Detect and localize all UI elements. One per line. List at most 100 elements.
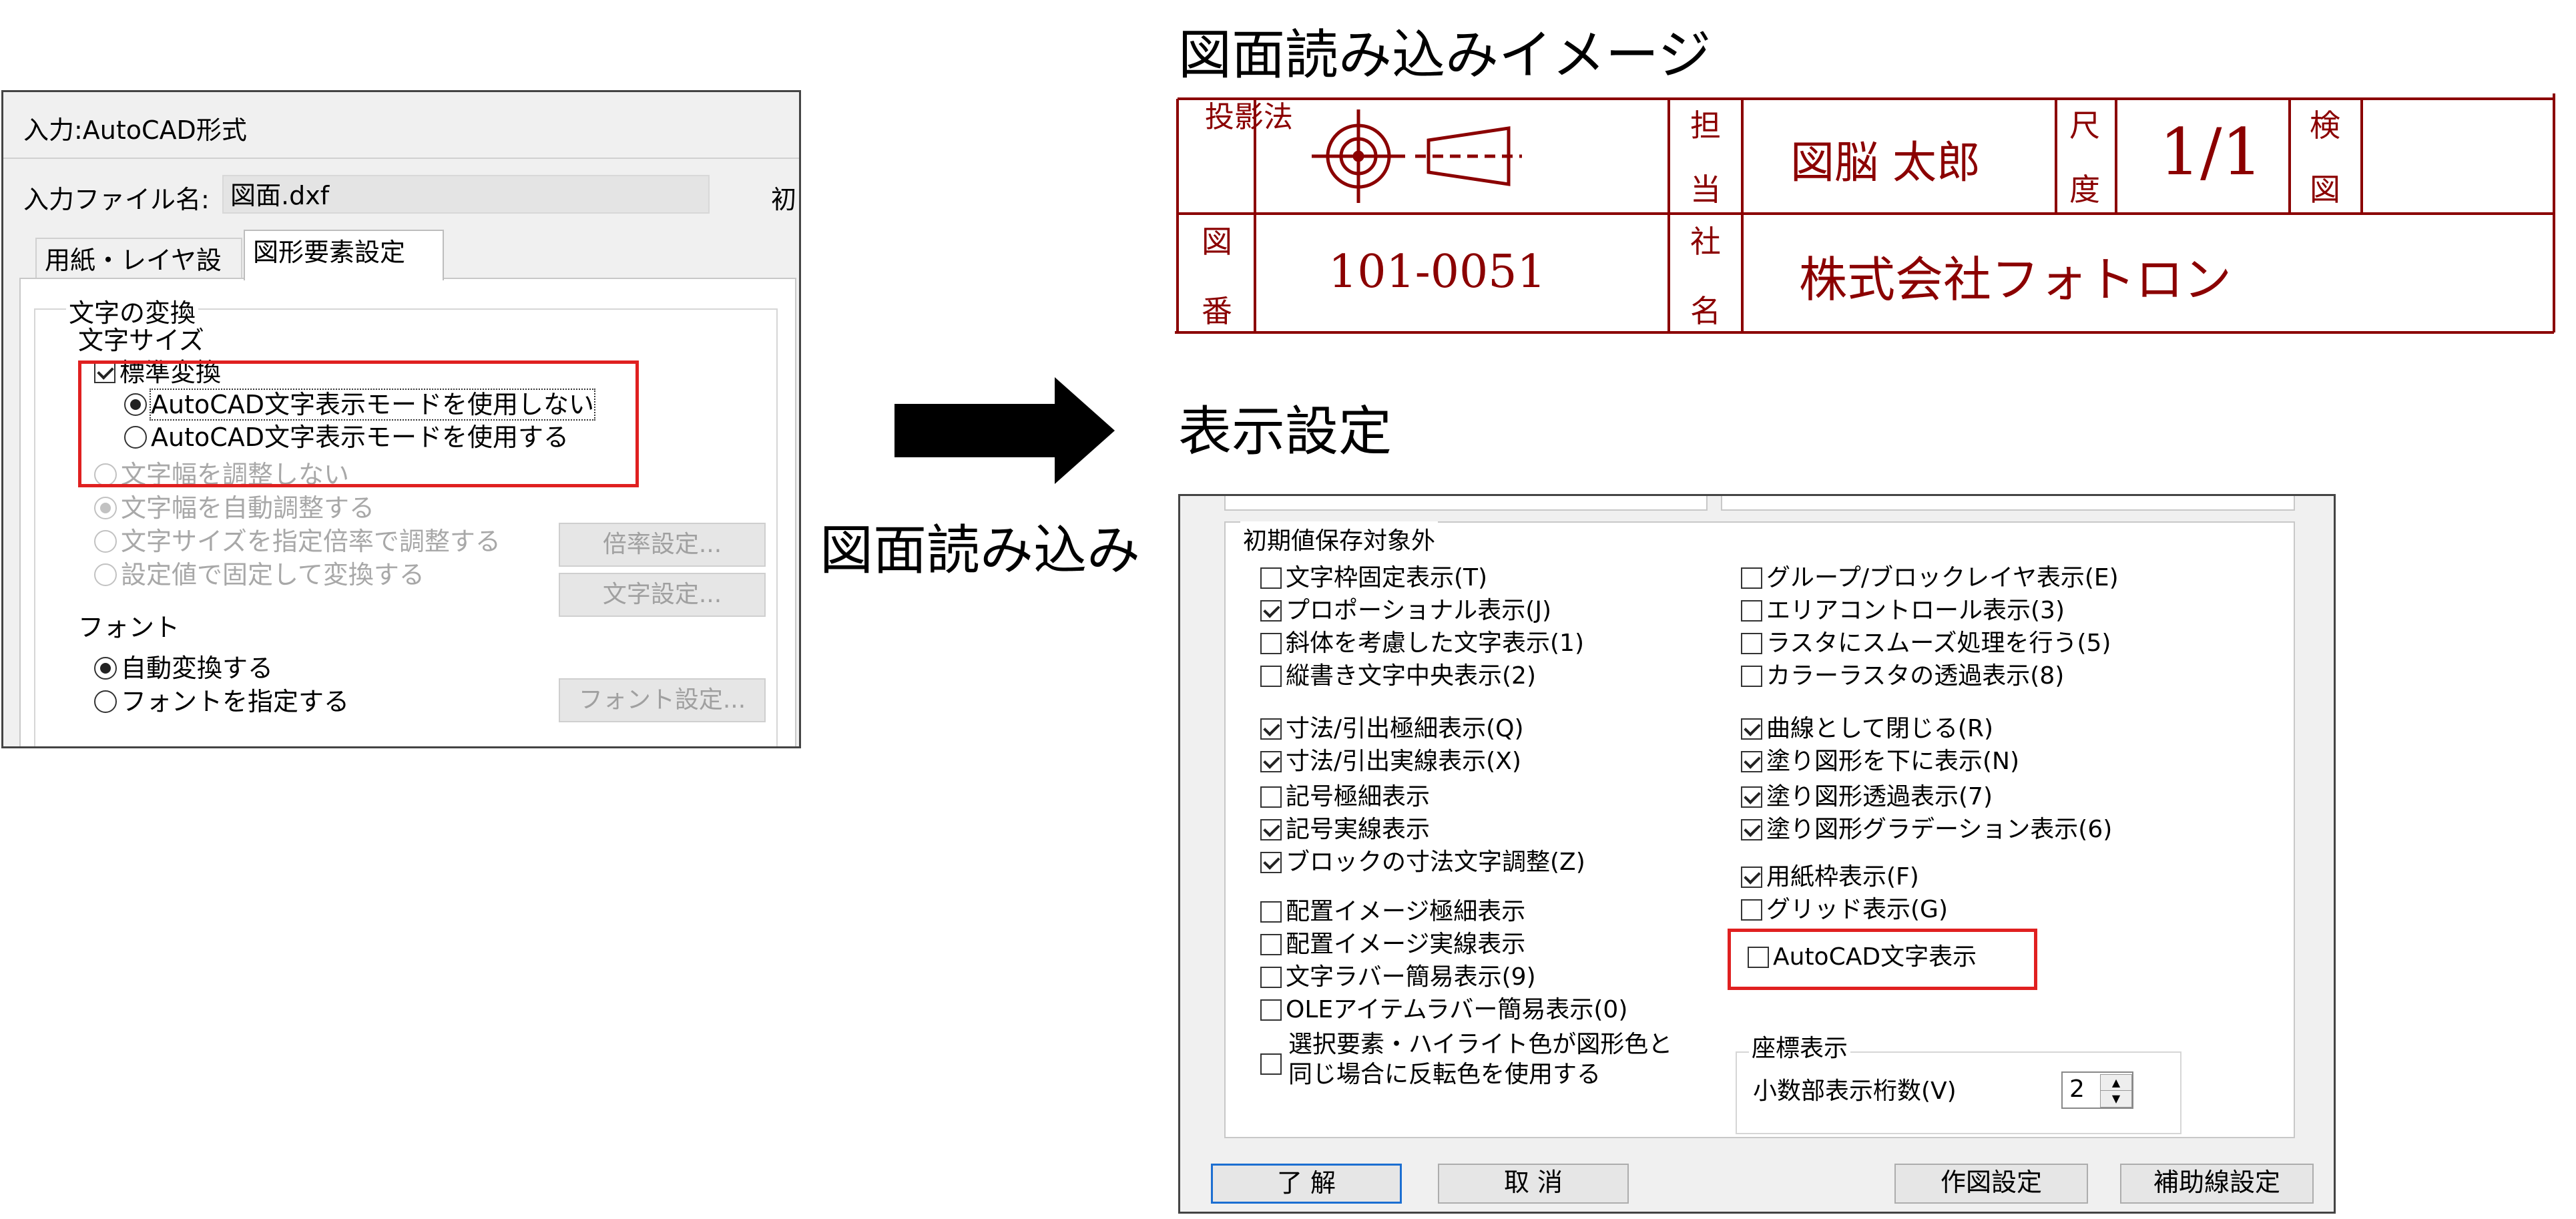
title-block: 投影法 担 当 図脳 太郎 尺 度 1/1 検 図 図 番 101-0051 社… <box>1175 93 2557 335</box>
checkbox-icon[interactable] <box>1741 786 1762 808</box>
checkbox-icon[interactable] <box>1260 852 1282 873</box>
display-settings-dialog: 初期値保存対象外 文字枠固定表示(T) プロポーショナル表示(J) 斜体を考慮し… <box>1178 494 2336 1214</box>
option-symbol-thin[interactable]: 記号極細表示 <box>1260 782 1430 812</box>
option-group-block-layer[interactable]: グループ/ブロックレイヤ表示(E) <box>1741 563 2119 593</box>
option-color-raster[interactable]: カラーラスタの透過表示(8) <box>1741 661 2064 691</box>
divider <box>3 158 799 159</box>
checkbox-icon[interactable] <box>1741 718 1762 740</box>
radio-width-auto-adjust[interactable]: 文字幅を自動調整する <box>94 491 374 523</box>
radio-icon[interactable] <box>94 563 117 586</box>
cancel-button[interactable]: 取 消 <box>1438 1164 1629 1204</box>
checkbox-icon[interactable] <box>1260 1053 1282 1075</box>
scale-label-bottom: 度 <box>2069 172 2100 208</box>
drawing-number-label-top: 図 <box>1202 224 1232 260</box>
checkbox-icon[interactable] <box>1260 786 1282 808</box>
decimal-digits-label: 小数部表示桁数(V) <box>1753 1077 1957 1105</box>
spin-up-icon[interactable]: ▲ <box>2100 1074 2132 1091</box>
radio-icon[interactable] <box>94 656 117 680</box>
clipped-label: 初 <box>771 185 797 214</box>
scale-label-top: 尺 <box>2069 107 2100 144</box>
font-label: フォント <box>78 613 180 642</box>
option-fill-below[interactable]: 塗り図形を下に表示(N) <box>1741 746 2019 776</box>
checkbox-icon[interactable] <box>1741 819 1762 840</box>
input-file-label: 入力ファイル名: <box>23 185 210 214</box>
radio-font-specify[interactable]: フォントを指定する <box>94 685 349 716</box>
option-ole-rubber[interactable]: OLEアイテムラバー簡易表示(0) <box>1260 995 1627 1025</box>
option-grid[interactable]: グリッド表示(G) <box>1741 895 1948 925</box>
draw-settings-button[interactable]: 作図設定 <box>1894 1164 2088 1204</box>
highlight-inverse-line1: 選択要素・ハイライト色が図形色と <box>1288 1031 1673 1058</box>
checkbox-icon[interactable] <box>1260 999 1282 1021</box>
option-placement-solid[interactable]: 配置イメージ実線表示 <box>1260 929 1525 959</box>
company-label-bottom: 名 <box>1690 293 1721 329</box>
option-symbol-solid[interactable]: 記号実線表示 <box>1260 814 1430 844</box>
scale-value: 1/1 <box>2159 115 2263 190</box>
option-raster-smooth[interactable]: ラスタにスムーズ処理を行う(5) <box>1741 628 2111 658</box>
checkbox-icon[interactable] <box>1260 934 1282 955</box>
checkbox-icon[interactable] <box>1741 567 1762 589</box>
autocad-input-dialog: 入力:AutoCAD形式 入力ファイル名: 図面.dxf 初 用紙・レイヤ設定 … <box>1 90 801 748</box>
option-dim-thin[interactable]: 寸法/引出極細表示(Q) <box>1260 714 1524 744</box>
option-vertical-center[interactable]: 縦書き文字中央表示(2) <box>1260 661 1536 691</box>
option-paper-frame[interactable]: 用紙枠表示(F) <box>1741 862 1919 892</box>
checkbox-icon[interactable] <box>1260 633 1282 654</box>
option-text-rubber[interactable]: 文字ラバー簡易表示(9) <box>1260 962 1536 992</box>
arrow-icon <box>1055 377 1115 484</box>
option-fill-gradient[interactable]: 塗り図形グラデーション表示(6) <box>1741 814 2112 844</box>
checkbox-icon[interactable] <box>1260 751 1282 772</box>
radio-font-auto[interactable]: 自動変換する <box>94 652 273 683</box>
checkbox-icon[interactable] <box>1260 567 1282 589</box>
checkbox-icon[interactable] <box>1741 633 1762 654</box>
tab-paper-layer[interactable]: 用紙・レイヤ設定 <box>35 238 242 318</box>
tanto-bottom: 当 <box>1690 172 1721 208</box>
tanto-top: 担 <box>1690 107 1721 144</box>
checkbox-icon[interactable] <box>1260 600 1282 622</box>
company-label-top: 社 <box>1690 224 1721 260</box>
display-settings-heading: 表示設定 <box>1178 401 1392 463</box>
checkbox-icon[interactable] <box>1741 600 1762 622</box>
option-area-control[interactable]: エリアコントロール表示(3) <box>1741 595 2065 626</box>
checkbox-icon[interactable] <box>1741 867 1762 888</box>
option-close-curve[interactable]: 曲線として閉じる(R) <box>1741 714 1993 744</box>
projection-label: 投影法 <box>1205 100 1293 134</box>
tab-shape-elements[interactable]: 図形要素設定 <box>244 230 444 280</box>
radio-icon[interactable] <box>94 529 117 553</box>
aux-line-settings-button[interactable]: 補助線設定 <box>2120 1164 2314 1204</box>
spin-down-icon[interactable]: ▼ <box>2100 1090 2132 1108</box>
radio-icon[interactable] <box>94 496 117 519</box>
checkbox-icon[interactable] <box>1260 666 1282 687</box>
checkbox-icon[interactable] <box>1741 751 1762 772</box>
option-highlight-inverse[interactable] <box>1260 1049 1282 1078</box>
option-text-frame-fixed[interactable]: 文字枠固定表示(T) <box>1260 563 1487 593</box>
title-block-heading: 図面読み込みイメージ <box>1178 24 1712 86</box>
group-title: 文字の変換 <box>66 292 199 329</box>
check-label-top: 検 <box>2310 107 2340 144</box>
checkbox-icon[interactable] <box>1260 819 1282 840</box>
radio-fixed-value[interactable]: 設定値で固定して変換する <box>94 558 425 589</box>
decimal-digits-spinner[interactable]: 2 ▲ ▼ <box>2061 1071 2133 1109</box>
dialog-title: 入力:AutoCAD形式 <box>23 115 247 145</box>
highlight-box <box>1728 929 2037 990</box>
option-dim-solid[interactable]: 寸法/引出実線表示(X) <box>1260 746 1521 776</box>
checkbox-icon[interactable] <box>1260 967 1282 988</box>
checkbox-icon[interactable] <box>1741 666 1762 687</box>
option-placement-thin[interactable]: 配置イメージ極細表示 <box>1260 897 1525 927</box>
option-block-dim-text[interactable]: ブロックの寸法文字調整(Z) <box>1260 847 1585 877</box>
person-name: 図脳 太郎 <box>1790 137 1981 188</box>
radio-size-ratio[interactable]: 文字サイズを指定倍率で調整する <box>94 525 501 556</box>
checkbox-icon[interactable] <box>1260 901 1282 923</box>
radio-icon[interactable] <box>94 690 117 713</box>
option-fill-transparent[interactable]: 塗り図形透過表示(7) <box>1741 782 1993 812</box>
ok-button[interactable]: 了 解 <box>1211 1164 1402 1204</box>
text-settings-button[interactable]: 文字設定... <box>559 573 766 617</box>
checkbox-icon[interactable] <box>1260 718 1282 740</box>
option-proportional[interactable]: プロポーショナル表示(J) <box>1260 595 1551 626</box>
decimal-digits-value: 2 <box>2069 1075 2085 1103</box>
ratio-settings-button[interactable]: 倍率設定... <box>559 523 766 567</box>
checkbox-icon[interactable] <box>1741 899 1762 921</box>
highlight-box <box>78 360 639 487</box>
company-name: 株式会社フォトロン <box>1799 252 2232 308</box>
font-settings-button[interactable]: フォント設定... <box>559 678 766 722</box>
input-file-field[interactable]: 図面.dxf <box>222 175 710 214</box>
option-italic-text[interactable]: 斜体を考慮した文字表示(1) <box>1260 628 1584 658</box>
